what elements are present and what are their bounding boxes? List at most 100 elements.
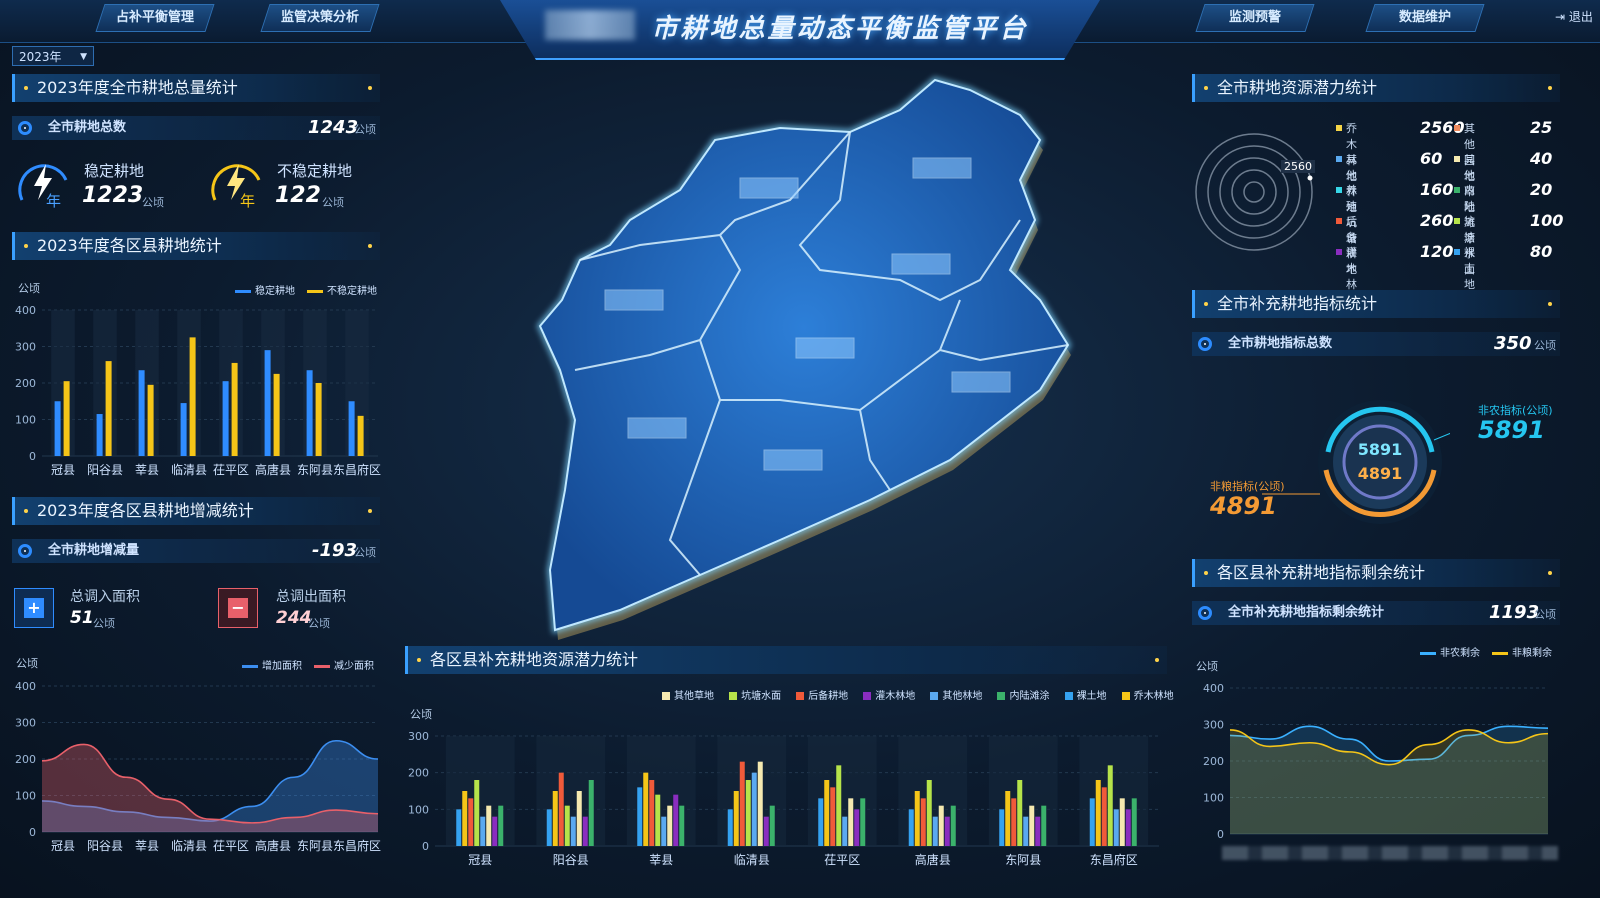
bar-灌木林地[interactable] [492,816,498,846]
bar-灌木林地[interactable] [944,816,950,846]
nav-balance-management[interactable]: 占补平衡管理 [95,4,215,32]
bar-乔木林地[interactable] [914,791,920,846]
bar-stable[interactable] [348,401,355,456]
bar-裸土地[interactable] [637,787,643,846]
bar-其他林地[interactable] [751,772,757,846]
bar-其他林地[interactable] [1113,809,1119,846]
bar-裸土地[interactable] [727,809,733,846]
bar-其他林地[interactable] [480,816,486,846]
bar-其他草地[interactable] [576,791,582,846]
radar-value: 2560 [1281,160,1315,173]
bar-unstable[interactable] [189,337,196,456]
bar-其他林地[interactable] [661,816,667,846]
bar-unstable[interactable] [147,384,154,456]
bar-坑塘水面[interactable] [745,780,751,846]
bar-裸土地[interactable] [999,809,1005,846]
bar-unstable[interactable] [63,381,70,456]
bar-乔木林地[interactable] [462,791,468,846]
bar-stable[interactable] [54,401,61,456]
bar-后备耕地[interactable] [920,798,926,846]
nav-monitoring-alert[interactable]: 监测预警 [1195,4,1315,32]
bar-unstable[interactable] [231,362,238,456]
y-tick-label: 300 [408,730,429,743]
remain-stat-row: 全市补充耕地指标剩余统计 1193 公顷 [1192,601,1560,625]
bar-其他草地[interactable] [667,805,673,846]
bar-灌木林地[interactable] [854,809,860,846]
nav-data-maintenance[interactable]: 数据维护 [1365,4,1485,32]
bar-灌木林地[interactable] [1035,816,1041,846]
bar-裸土地[interactable] [908,809,914,846]
bar-内陆滩涂[interactable] [950,805,956,846]
bar-其他林地[interactable] [570,816,576,846]
bar-乔木林地[interactable] [733,791,739,846]
bar-stable[interactable] [180,403,187,456]
total-stat-row: 全市耕地总数 1243 公顷 [12,116,380,140]
bar-后备耕地[interactable] [558,772,564,846]
bar-裸土地[interactable] [1089,798,1095,846]
bar-坑塘水面[interactable] [655,794,661,846]
bar-后备耕地[interactable] [1101,787,1107,846]
bar-stable[interactable] [222,381,229,456]
bar-unstable[interactable] [273,373,280,456]
stable-unit: 公顷 [142,196,164,209]
bar-后备耕地[interactable] [830,787,836,846]
bar-坑塘水面[interactable] [836,765,842,846]
logout-button[interactable]: ⇥ 退出 [1555,8,1593,25]
bar-stable[interactable] [306,370,313,456]
bar-unstable[interactable] [357,415,364,456]
bar-内陆滩涂[interactable] [860,798,866,846]
bar-灌木林地[interactable] [582,816,588,846]
bar-unstable[interactable] [315,383,322,456]
bar-坑塘水面[interactable] [564,805,570,846]
bar-其他草地[interactable] [757,761,763,846]
bar-其他草地[interactable] [848,798,854,846]
bar-后备耕地[interactable] [739,761,745,846]
bar-内陆滩涂[interactable] [1041,805,1047,846]
target-icon [1198,337,1212,351]
bar-坑塘水面[interactable] [474,780,480,846]
bar-坑塘水面[interactable] [1017,780,1023,846]
import-icon-box: + [14,588,54,628]
bar-乔木林地[interactable] [643,772,649,846]
bar-坑塘水面[interactable] [926,780,932,846]
bar-内陆滩涂[interactable] [498,805,504,846]
bar-内陆滩涂[interactable] [588,780,594,846]
bar-其他林地[interactable] [842,816,848,846]
x-tick-label: 阳谷县 [553,853,589,867]
bar-其他林地[interactable] [1023,816,1029,846]
bar-其他草地[interactable] [1029,805,1035,846]
bar-stable[interactable] [264,350,271,456]
bar-乔木林地[interactable] [1095,780,1101,846]
bar-乔木林地[interactable] [1005,791,1011,846]
bar-裸土地[interactable] [818,798,824,846]
bar-灌木林地[interactable] [673,794,679,846]
export-label: 总调出面积 [276,589,346,605]
bar-乔木林地[interactable] [824,780,830,846]
nav-decision-analysis[interactable]: 监管决策分析 [260,4,380,32]
city-map[interactable] [520,70,1080,640]
bar-其他草地[interactable] [938,805,944,846]
bar-内陆滩涂[interactable] [769,805,775,846]
bar-其他草地[interactable] [1119,798,1125,846]
bar-其他草地[interactable] [486,805,492,846]
export-value: 244 [276,608,312,628]
legend-decrease: 减少面积 [314,657,374,672]
bar-乔木林地[interactable] [552,791,558,846]
bar-灌木林地[interactable] [763,816,769,846]
bar-内陆滩涂[interactable] [1131,798,1137,846]
bar-stable[interactable] [138,370,145,456]
bar-坑塘水面[interactable] [1107,765,1113,846]
bar-裸土地[interactable] [546,809,552,846]
bar-unstable[interactable] [105,361,112,456]
year-select[interactable]: 2023年 ▼ [12,46,94,66]
bar-灌木林地[interactable] [1125,809,1131,846]
bar-后备耕地[interactable] [649,780,655,846]
bar-内陆滩涂[interactable] [679,805,685,846]
bar-stable[interactable] [96,414,103,456]
bar-裸土地[interactable] [456,809,462,846]
export-icon-box: − [218,588,258,628]
bar-后备耕地[interactable] [1011,798,1017,846]
redacted-label [739,177,799,199]
bar-其他林地[interactable] [932,816,938,846]
bar-后备耕地[interactable] [468,798,474,846]
